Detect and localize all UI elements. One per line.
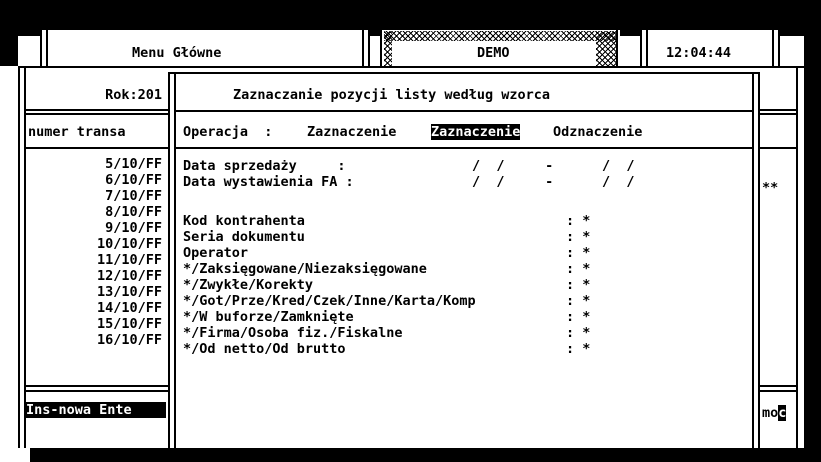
- filter-value[interactable]: : *: [566, 341, 590, 357]
- filter-label: */W buforze/Zamknięte: [183, 309, 354, 325]
- filter-label: Kod kontrahenta: [183, 213, 305, 229]
- filter-value[interactable]: : *: [566, 277, 590, 293]
- year-label: Rok:201: [105, 87, 162, 103]
- filter-value[interactable]: : *: [566, 245, 590, 261]
- status-right-text: mo: [762, 405, 779, 421]
- filter-label: */Got/Prze/Kred/Czek/Inne/Karta/Komp: [183, 293, 476, 309]
- list-item[interactable]: 6/10/FF: [26, 172, 162, 188]
- list-item[interactable]: 8/10/FF: [26, 204, 162, 220]
- filter-label: Seria dokumentu: [183, 229, 305, 245]
- filter-label: */Firma/Osoba fiz./Fiskalne: [183, 325, 403, 341]
- filter-value[interactable]: : *: [566, 309, 590, 325]
- list-item[interactable]: 11/10/FF: [26, 252, 162, 268]
- status-hint-right: moc: [762, 402, 787, 421]
- operation-option-unmark[interactable]: Odznaczenie: [553, 124, 642, 140]
- filter-value[interactable]: : *: [566, 229, 590, 245]
- list-item[interactable]: 16/10/FF: [26, 332, 162, 348]
- filter-value[interactable]: : *: [566, 325, 590, 341]
- filter-label: */Zaksięgowane/Niezaksięgowane: [183, 261, 427, 277]
- clock: 12:04:44: [666, 45, 732, 61]
- list-item[interactable]: 13/10/FF: [26, 284, 162, 300]
- operation-label: Operacja :: [183, 124, 273, 140]
- mode-label: DEMO: [477, 45, 510, 61]
- right-marker: **: [762, 180, 779, 196]
- filter-label: */Zwykłe/Korekty: [183, 277, 314, 293]
- left-black-band: [0, 36, 18, 66]
- list-item[interactable]: 12/10/FF: [26, 268, 162, 284]
- list-item[interactable]: 10/10/FF: [26, 236, 162, 252]
- operation-option-selected[interactable]: Zaznaczenie: [431, 124, 521, 140]
- text-cursor: c: [778, 405, 787, 421]
- filter-label: */Od netto/Od brutto: [183, 341, 346, 357]
- status-hint-left: Ins-nowa Ente: [26, 402, 166, 418]
- issue-date-range-field[interactable]: / / - / /: [472, 174, 635, 190]
- sale-date-label: Data sprzedaży :: [183, 158, 346, 174]
- list-item[interactable]: 5/10/FF: [26, 156, 162, 172]
- bottom-black-band: [30, 448, 821, 462]
- issue-date-label: Data wystawienia FA :: [183, 174, 354, 190]
- menu-title: Menu Główne: [132, 45, 222, 61]
- filter-value[interactable]: : *: [566, 261, 590, 277]
- list-item[interactable]: 15/10/FF: [26, 316, 162, 332]
- filter-label: Operator: [183, 245, 249, 261]
- list-item[interactable]: 14/10/FF: [26, 300, 162, 316]
- filter-value[interactable]: : *: [566, 213, 590, 229]
- sale-date-range-field[interactable]: / / - / /: [472, 158, 635, 174]
- filter-value[interactable]: : *: [566, 293, 590, 309]
- right-black-band: [804, 0, 821, 462]
- operation-option-mark[interactable]: Zaznaczenie: [307, 124, 396, 140]
- dialog-title: Zaznaczanie pozycji listy według wzorca: [233, 87, 550, 103]
- list-item[interactable]: 7/10/FF: [26, 188, 162, 204]
- list-item[interactable]: 9/10/FF: [26, 220, 162, 236]
- column-header: numer transa: [28, 124, 126, 140]
